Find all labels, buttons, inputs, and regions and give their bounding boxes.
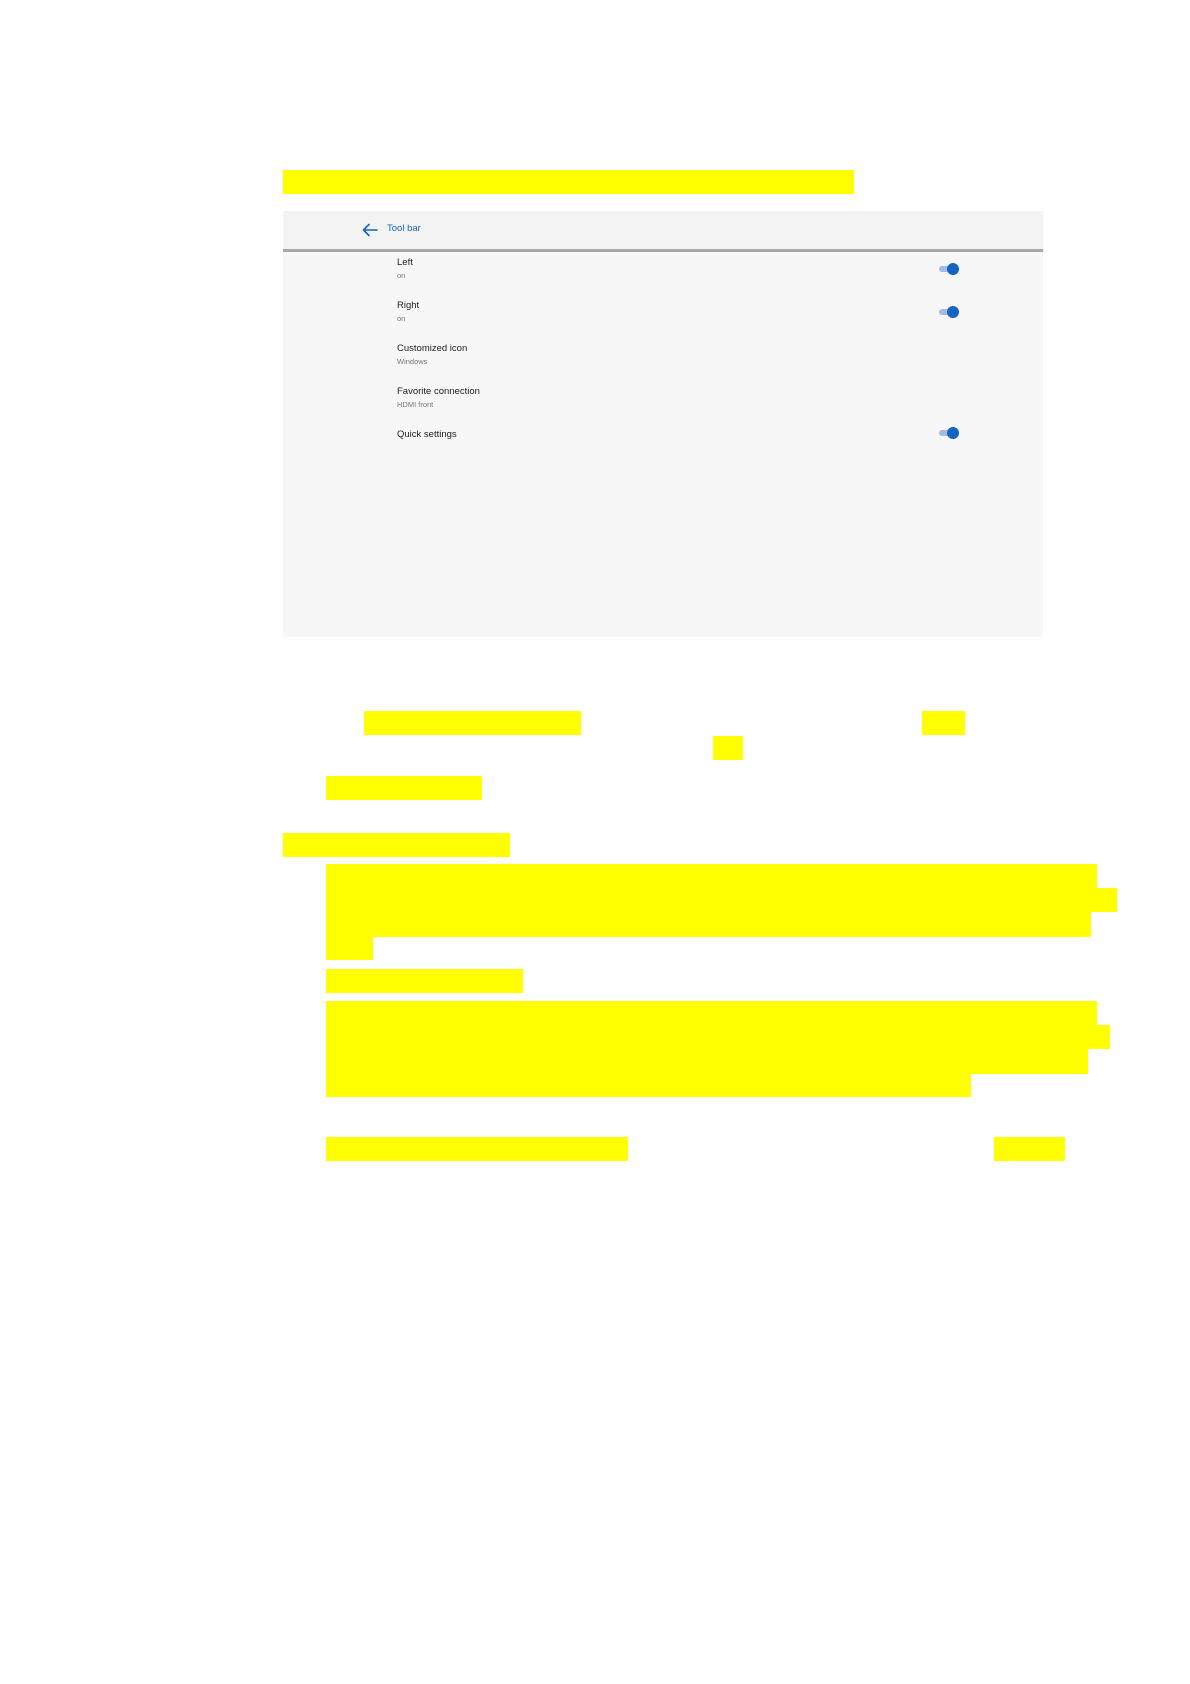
highlighted-subheading bbox=[283, 833, 510, 857]
highlighted-text bbox=[994, 1137, 1065, 1161]
highlighted-text bbox=[326, 776, 482, 800]
left-toggle[interactable] bbox=[938, 262, 960, 276]
toggle-thumb bbox=[947, 427, 959, 439]
toggle-thumb bbox=[947, 306, 959, 318]
setting-row-customized-icon[interactable]: Customized icon Windows bbox=[397, 343, 997, 377]
setting-row-right[interactable]: Right on bbox=[397, 300, 997, 334]
highlighted-text bbox=[326, 1137, 628, 1161]
highlighted-paragraph bbox=[326, 936, 373, 960]
setting-subtitle: Windows bbox=[397, 357, 428, 366]
toolbar-title: Tool bar bbox=[387, 223, 421, 234]
toggle-thumb bbox=[947, 263, 959, 275]
highlighted-paragraph bbox=[326, 1049, 1088, 1074]
setting-subtitle: on bbox=[397, 314, 406, 323]
setting-title: Left bbox=[397, 257, 413, 268]
setting-subtitle: HDMI front bbox=[397, 400, 434, 409]
highlighted-text bbox=[922, 711, 965, 735]
setting-title: Favorite connection bbox=[397, 386, 480, 397]
setting-title: Customized icon bbox=[397, 343, 468, 354]
highlighted-paragraph bbox=[326, 864, 1097, 889]
toolbar-header: Tool bar bbox=[283, 211, 1043, 252]
setting-subtitle: on bbox=[397, 271, 406, 280]
setting-title: Right bbox=[397, 300, 420, 311]
quick-settings-toggle[interactable] bbox=[938, 426, 960, 440]
arrow-left-icon[interactable] bbox=[361, 221, 379, 239]
highlighted-paragraph bbox=[326, 1001, 1097, 1026]
setting-row-left[interactable]: Left on bbox=[397, 257, 997, 291]
highlighted-text bbox=[364, 711, 581, 735]
toolbar-settings-screenshot: Tool bar Left on Right on Customized ico… bbox=[283, 211, 1043, 637]
highlighted-paragraph bbox=[326, 912, 1091, 937]
right-toggle[interactable] bbox=[938, 305, 960, 319]
setting-row-favorite-connection[interactable]: Favorite connection HDMI front bbox=[397, 386, 997, 420]
highlighted-heading bbox=[283, 170, 854, 194]
highlighted-paragraph bbox=[326, 1025, 1110, 1049]
setting-title: Quick settings bbox=[397, 429, 457, 440]
highlighted-text bbox=[326, 969, 523, 993]
highlighted-paragraph bbox=[326, 1073, 971, 1097]
setting-row-quick-settings[interactable]: Quick settings bbox=[397, 429, 997, 463]
highlighted-paragraph bbox=[326, 888, 1117, 912]
highlighted-text bbox=[713, 736, 743, 760]
